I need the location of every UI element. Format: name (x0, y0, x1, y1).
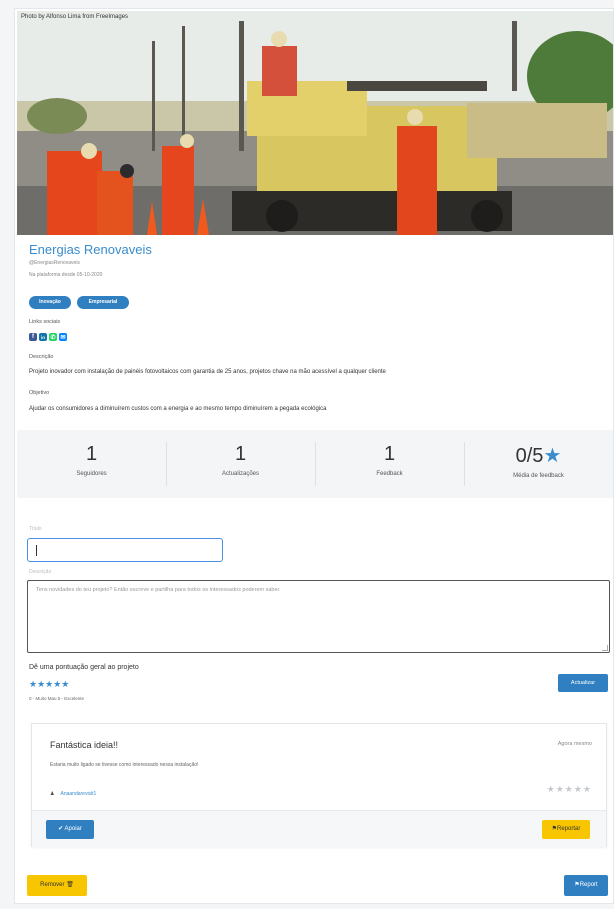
rating-stars-input[interactable]: ★★★★★ (29, 679, 69, 690)
report-label: Reportar (557, 826, 581, 832)
messenger-icon[interactable]: ✉ (59, 333, 67, 341)
stat-label: Actualizações (221, 471, 260, 477)
stat-updates: 1 Actualizações (166, 430, 315, 498)
stat-label: Seguidores (76, 471, 107, 477)
remove-label: Remover (40, 882, 65, 888)
resize-handle-icon[interactable] (602, 645, 608, 651)
textarea-placeholder: Tens novidades do teu projeto? Então esc… (36, 587, 281, 593)
objective-label: Objetivo (29, 390, 50, 396)
whatsapp-icon[interactable]: ✆ (49, 333, 57, 341)
stat-value: 1 (85, 443, 98, 465)
update-title-label: Título (29, 526, 42, 532)
project-title[interactable]: Energias Renovaveis (29, 242, 152, 257)
feedback-time: Agora mesmo (557, 741, 592, 747)
stat-value: 1 (383, 443, 396, 465)
project-stats: 1 Seguidores 1 Actualizações 1 Feedback … (17, 430, 613, 498)
update-description-textarea[interactable]: Tens novidades do teu projeto? Então esc… (27, 580, 610, 653)
user-icon: ♟ (50, 791, 55, 797)
badge-empresarial: Empresarial (77, 296, 129, 309)
social-links: f in ✆ ✉ (29, 333, 67, 342)
update-title-input[interactable] (27, 538, 223, 562)
feedback-report-button[interactable]: ⚑Reportar (542, 820, 590, 839)
submit-update-button[interactable]: Actualizar (558, 674, 608, 692)
support-label: Apoiar (64, 826, 82, 832)
stat-label: Média de feedback (513, 473, 564, 479)
description-label: Descrição (29, 354, 54, 360)
report-button[interactable]: ⚑Report (564, 875, 608, 896)
linkedin-icon[interactable]: in (39, 333, 47, 341)
rating-scale-info: 0 - Muito Mau 5 - Excelente (29, 696, 85, 701)
feedback-card: Fantástica ideia!! Agora mesmo Estaria m… (31, 723, 607, 847)
star-icon: ★ (543, 445, 562, 467)
update-description-label: Descrição (29, 569, 52, 575)
project-objective: Ajudar os consumidores a diminuírem cust… (29, 406, 327, 412)
remove-button[interactable]: Remover 🗑 (27, 875, 87, 896)
project-handle: @EnergiasRenovaveis (29, 260, 80, 266)
member-since: Na plataforma desde 05-10-2020 (29, 272, 103, 278)
feedback-username[interactable]: Anaandarevisit1 (60, 791, 96, 797)
social-links-label: Links sociais (29, 319, 61, 325)
text-caret (36, 545, 37, 556)
project-hero-image: Photo by Alfonso Lima from FreeImages (17, 11, 613, 235)
support-button[interactable]: ✔ Apoiar (46, 820, 94, 839)
report-label: Report (579, 882, 598, 888)
feedback-rating-stars: ★★★★★ (546, 784, 592, 794)
feedback-user[interactable]: ♟ Anaandarevisit1 (50, 791, 96, 797)
feedback-text: Estaria muito ligado se tivesse como int… (50, 762, 199, 768)
stat-value: 1 (234, 443, 247, 465)
rating-label: Dê uma pontuação geral ao projeto (29, 664, 139, 671)
stat-followers: 1 Seguidores (17, 430, 166, 498)
badge-inovacao: Inovação (29, 296, 71, 309)
feedback-footer: ✔ Apoiar ⚑Reportar (32, 810, 606, 847)
project-description: Projeto inovador com instalação de painé… (29, 369, 386, 375)
facebook-icon[interactable]: f (29, 333, 37, 341)
stat-label: Feedback (376, 471, 403, 477)
project-card: Photo by Alfonso Lima from FreeImages En… (14, 8, 614, 904)
stat-average-feedback: 0/5★ Média de feedback (464, 430, 613, 498)
feedback-title: Fantástica ideia!! (50, 740, 119, 750)
hero-alt-text: Photo by Alfonso Lima from FreeImages (21, 14, 129, 20)
stat-feedback: 1 Feedback (315, 430, 464, 498)
stat-value: 0/5 (515, 445, 544, 467)
trash-icon: 🗑 (66, 882, 74, 888)
